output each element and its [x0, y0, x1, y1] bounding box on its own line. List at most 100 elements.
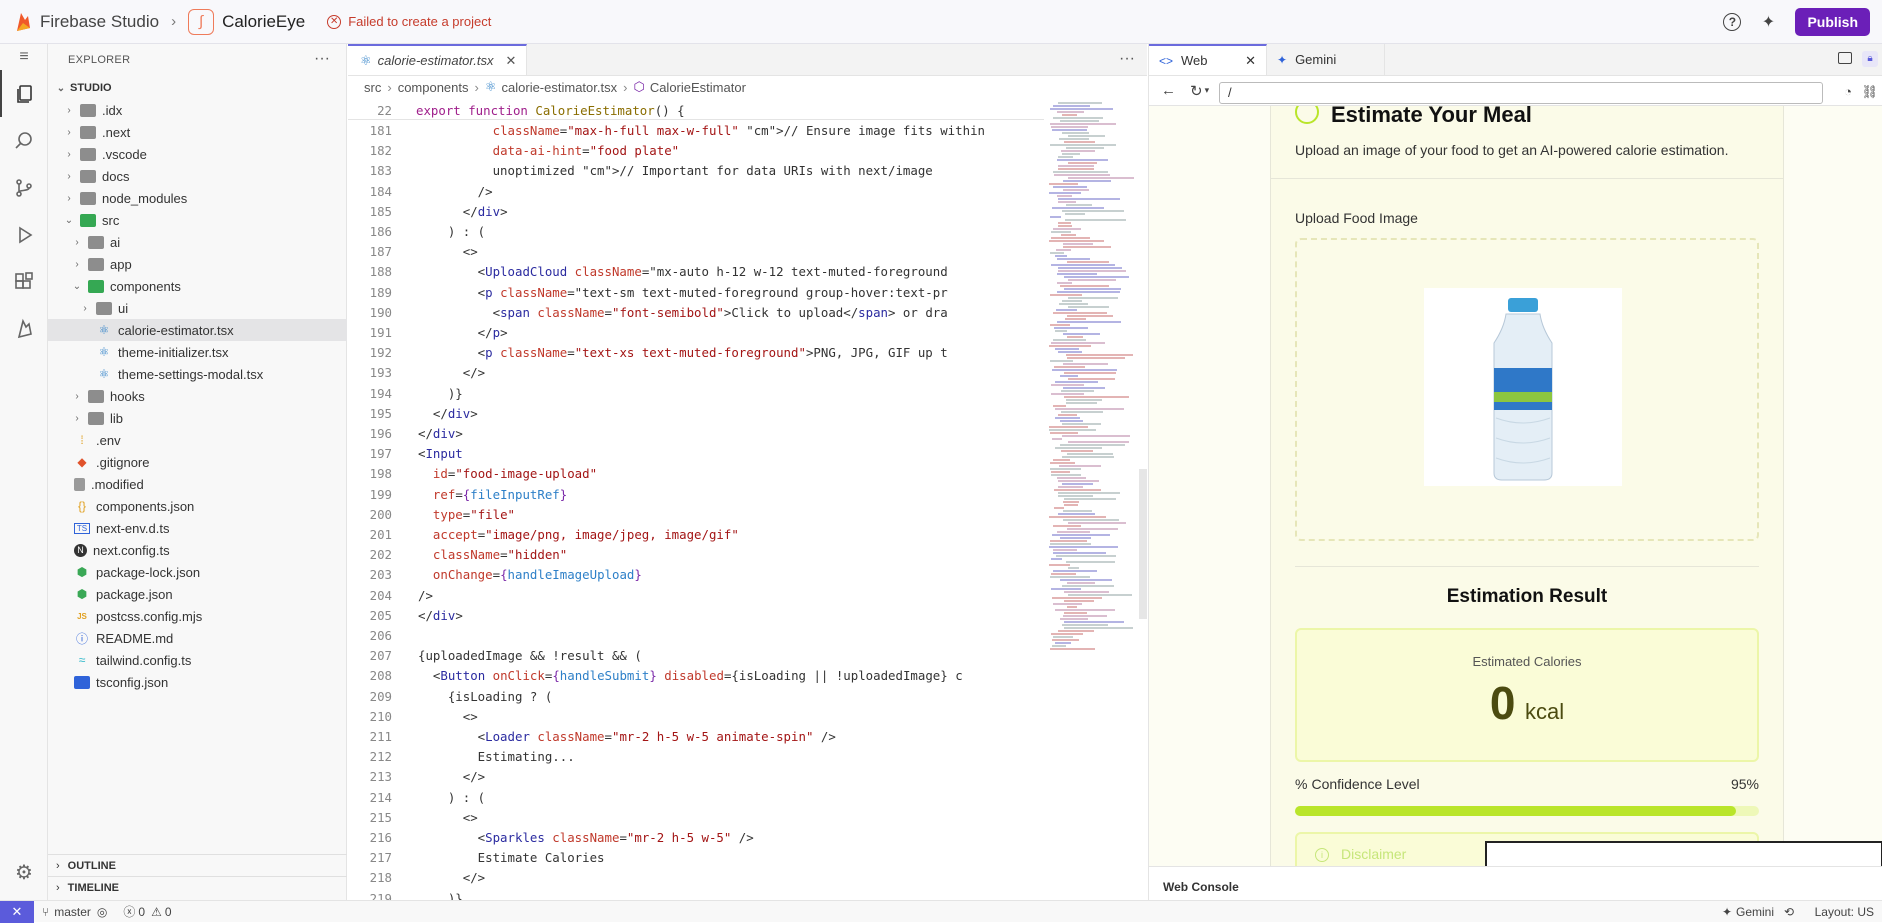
- tree-item[interactable]: ⁞ .env: [48, 429, 347, 451]
- code-line[interactable]: {isLoading ? (: [418, 689, 552, 704]
- code-line[interactable]: <>: [418, 244, 478, 259]
- code-line[interactable]: data-ai-hint="food plate": [418, 143, 680, 158]
- tree-item[interactable]: ⚛ calorie-estimator.tsx: [48, 319, 347, 341]
- breadcrumb-components[interactable]: components: [398, 80, 469, 95]
- tree-item[interactable]: › docs: [48, 165, 347, 187]
- code-line[interactable]: />: [418, 184, 493, 199]
- tree-item[interactable]: › .next: [48, 121, 347, 143]
- tree-item[interactable]: › ui: [48, 297, 347, 319]
- code-line[interactable]: id="food-image-upload": [418, 466, 597, 481]
- tree-item[interactable]: ⌄ src: [48, 209, 347, 231]
- keyboard-layout[interactable]: Layout: US: [1815, 905, 1874, 919]
- close-icon[interactable]: ✕: [505, 53, 516, 69]
- code-line[interactable]: unoptimized "cm">// Important for data U…: [418, 163, 933, 178]
- code-line[interactable]: className="hidden": [418, 547, 567, 562]
- code-line[interactable]: </>: [418, 365, 485, 380]
- code-line[interactable]: <Input: [418, 446, 463, 461]
- tree-item[interactable]: tsconfig.json: [48, 671, 347, 693]
- branch-name[interactable]: master: [54, 905, 91, 919]
- magic-wand-icon[interactable]: ✦: [1757, 11, 1779, 33]
- code-line[interactable]: <span className="font-semibold">Click to…: [418, 305, 948, 320]
- workspace-root[interactable]: ⌄ STUDIO: [48, 77, 347, 99]
- devices-icon[interactable]: ◔: [1844, 84, 1852, 99]
- minimap-slider[interactable]: [1139, 469, 1147, 619]
- chevron-down-icon[interactable]: ▾: [1205, 85, 1210, 96]
- code-line[interactable]: </>: [418, 870, 485, 885]
- tab-web[interactable]: <> Web ✕: [1149, 44, 1267, 75]
- lock-icon[interactable]: 🔒︎: [1862, 51, 1878, 67]
- code-line[interactable]: <Button onClick={handleSubmit} disabled=…: [418, 668, 963, 683]
- code-line[interactable]: />: [418, 588, 433, 603]
- code-line[interactable]: <p className="text-sm text-muted-foregro…: [418, 285, 948, 300]
- tree-item[interactable]: › node_modules: [48, 187, 347, 209]
- tree-item[interactable]: › ai: [48, 231, 347, 253]
- tree-item[interactable]: JS postcss.config.mjs: [48, 605, 347, 627]
- breadcrumb-file[interactable]: calorie-estimator.tsx: [502, 80, 618, 95]
- help-icon[interactable]: ?: [1723, 13, 1742, 31]
- code-line[interactable]: ref={fileInputRef}: [418, 487, 567, 502]
- code-line[interactable]: ) : (: [418, 224, 485, 239]
- code-line[interactable]: type="file": [418, 507, 515, 522]
- code-line[interactable]: accept="image/png, image/jpeg, image/gif…: [418, 527, 739, 542]
- warning-count[interactable]: 0: [165, 905, 172, 919]
- tree-item[interactable]: ⬢ package-lock.json: [48, 561, 347, 583]
- settings-gear-icon[interactable]: ⚙: [0, 849, 48, 896]
- tree-item[interactable]: › lib: [48, 407, 347, 429]
- code-line[interactable]: </p>: [418, 325, 508, 340]
- tree-item[interactable]: › .idx: [48, 99, 347, 121]
- tree-item[interactable]: ≈ tailwind.config.ts: [48, 649, 347, 671]
- sync-icon[interactable]: ◎: [97, 905, 107, 919]
- error-count[interactable]: 0: [138, 905, 145, 919]
- back-arrow-icon[interactable]: ←: [1161, 82, 1176, 99]
- tree-item[interactable]: ⚛ theme-settings-modal.tsx: [48, 363, 347, 385]
- tree-item[interactable]: ⚛ theme-initializer.tsx: [48, 341, 347, 363]
- source-control-icon[interactable]: [0, 164, 48, 211]
- tree-item[interactable]: TS next-env.d.ts: [48, 517, 347, 539]
- code-line[interactable]: <Sparkles className="mr-2 h-5 w-5" />: [418, 830, 754, 845]
- upload-dropzone[interactable]: [1295, 238, 1759, 541]
- tree-item[interactable]: › .vscode: [48, 143, 347, 165]
- code-line[interactable]: <>: [418, 810, 478, 825]
- firebase-icon[interactable]: [0, 305, 48, 352]
- code-line[interactable]: </div>: [418, 406, 478, 421]
- tree-item[interactable]: › hooks: [48, 385, 347, 407]
- code-line[interactable]: )}: [418, 891, 463, 900]
- extensions-icon[interactable]: [0, 258, 48, 305]
- minimap[interactable]: [1045, 100, 1138, 660]
- code-line[interactable]: <>: [418, 709, 478, 724]
- tab-gemini[interactable]: ✦ Gemini: [1267, 44, 1385, 75]
- code-line[interactable]: </div>: [418, 204, 508, 219]
- project-name[interactable]: CalorieEye: [222, 12, 305, 32]
- web-console-bar[interactable]: Web Console: [1149, 866, 1882, 900]
- tree-item[interactable]: Nnext.config.ts: [48, 539, 347, 561]
- code-line[interactable]: Estimate Calories: [418, 850, 605, 865]
- publish-button[interactable]: Publish: [1795, 8, 1870, 36]
- more-actions-icon[interactable]: ···: [1119, 50, 1135, 68]
- feedback-icon[interactable]: ⟲: [1784, 905, 1794, 919]
- brand[interactable]: Firebase Studio: [14, 11, 159, 33]
- code-line[interactable]: Estimating...: [418, 749, 575, 764]
- sticky-scroll-line[interactable]: 22 export function CalorieEstimator() {: [348, 100, 1044, 120]
- code-line[interactable]: {uploadedImage && !result && (: [418, 648, 642, 663]
- tab-calorie-estimator[interactable]: ⚛ calorie-estimator.tsx ✕: [348, 44, 528, 75]
- tree-item[interactable]: ⌄ components: [48, 275, 347, 297]
- tree-item[interactable]: ⬢ package.json: [48, 583, 347, 605]
- outline-section[interactable]: › OUTLINE: [48, 854, 347, 876]
- code-line[interactable]: className="max-h-full max-w-full" "cm">/…: [418, 123, 985, 138]
- code-area[interactable]: 22 export function CalorieEstimator() { …: [348, 100, 1044, 900]
- code-line[interactable]: <p className="text-xs text-muted-foregro…: [418, 345, 948, 360]
- tree-item[interactable]: {} components.json: [48, 495, 347, 517]
- split-view-icon[interactable]: [1838, 52, 1852, 64]
- code-line[interactable]: onChange={handleImageUpload}: [418, 567, 642, 582]
- menu-icon[interactable]: ≡: [0, 44, 48, 70]
- close-icon[interactable]: ✕: [1245, 53, 1256, 69]
- code-line[interactable]: <Loader className="mr-2 h-5 w-5 animate-…: [418, 729, 836, 744]
- url-input[interactable]: /: [1219, 82, 1823, 104]
- tree-item[interactable]: .modified: [48, 473, 347, 495]
- code-line[interactable]: </div>: [418, 608, 463, 623]
- link-icon[interactable]: ⛓: [1861, 84, 1878, 100]
- tree-item[interactable]: ⓘ README.md: [48, 627, 347, 649]
- code-line[interactable]: )}: [418, 386, 463, 401]
- gemini-status[interactable]: Gemini: [1736, 905, 1774, 919]
- tree-item[interactable]: › app: [48, 253, 347, 275]
